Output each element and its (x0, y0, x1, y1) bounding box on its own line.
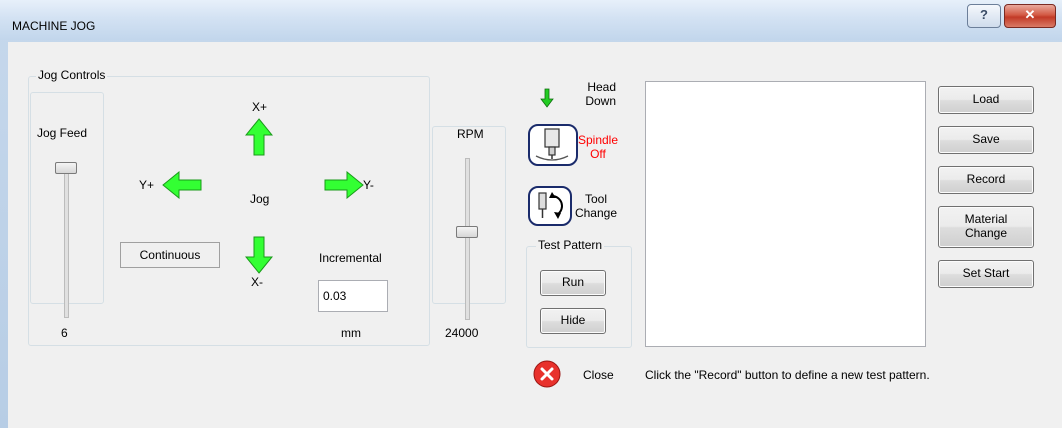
save-button[interactable]: Save (938, 126, 1034, 154)
spindle-button[interactable] (528, 124, 578, 166)
close-icon: ✕ (1024, 7, 1036, 22)
machine-jog-window: MACHINE JOG ? ✕ Jog Controls Jog Feed 6 … (0, 0, 1062, 428)
record-button[interactable]: Record (938, 166, 1034, 194)
help-button[interactable]: ? (967, 4, 1001, 28)
rpm-value: 24000 (445, 326, 479, 340)
pattern-listbox[interactable] (645, 81, 926, 347)
window-close-button[interactable]: ✕ (1004, 4, 1056, 28)
jog-center-label: Jog (250, 192, 270, 206)
continuous-mode-label[interactable]: Continuous (120, 242, 220, 268)
tool-change-label: Tool Change (574, 192, 618, 220)
y-minus-label: Y- (363, 178, 374, 192)
spindle-status-label: Spindle Off (577, 133, 619, 161)
y-plus-label: Y+ (139, 178, 155, 192)
rpm-track (465, 158, 470, 320)
load-button[interactable]: Load (938, 86, 1034, 114)
tool-change-button[interactable] (528, 186, 572, 226)
jog-feed-value: 6 (61, 326, 68, 340)
rpm-label: RPM (455, 127, 486, 141)
set-start-button[interactable]: Set Start (938, 260, 1034, 288)
close-label[interactable]: Close (583, 368, 614, 382)
head-down-label: Head Down (585, 80, 616, 108)
incremental-unit: mm (341, 326, 361, 340)
test-pattern-label: Test Pattern (536, 238, 605, 252)
incremental-input[interactable]: 0.03 (318, 280, 388, 312)
head-down-arrow-icon[interactable] (540, 88, 554, 108)
arrow-down-icon[interactable] (245, 236, 273, 274)
material-change-button[interactable]: Material Change (938, 206, 1034, 248)
tool-change-icon (538, 192, 563, 219)
jog-controls-label: Jog Controls (36, 68, 108, 82)
arrow-up-icon[interactable] (245, 118, 273, 156)
title-bar: MACHINE JOG ? ✕ (0, 0, 1062, 40)
close-circle-icon[interactable] (533, 360, 561, 388)
run-button[interactable]: Run (540, 270, 606, 296)
help-icon: ? (980, 7, 988, 22)
rpm-slider[interactable] (456, 226, 478, 238)
jog-feed-slider[interactable] (55, 162, 77, 174)
hide-button[interactable]: Hide (540, 308, 606, 334)
arrow-left-icon[interactable] (162, 171, 202, 199)
arrow-right-icon[interactable] (324, 171, 364, 199)
incremental-label: Incremental (319, 251, 382, 265)
spindle-icon (535, 128, 569, 161)
window-title: MACHINE JOG (12, 19, 96, 33)
jog-feed-label: Jog Feed (37, 126, 88, 140)
status-text: Click the "Record" button to define a ne… (645, 368, 930, 382)
x-minus-label: X- (251, 275, 263, 289)
client-area: Jog Controls Jog Feed 6 X+ Y+ Jog Y- X- … (8, 42, 1062, 428)
jog-feed-track (64, 162, 69, 318)
x-plus-label: X+ (252, 100, 268, 114)
